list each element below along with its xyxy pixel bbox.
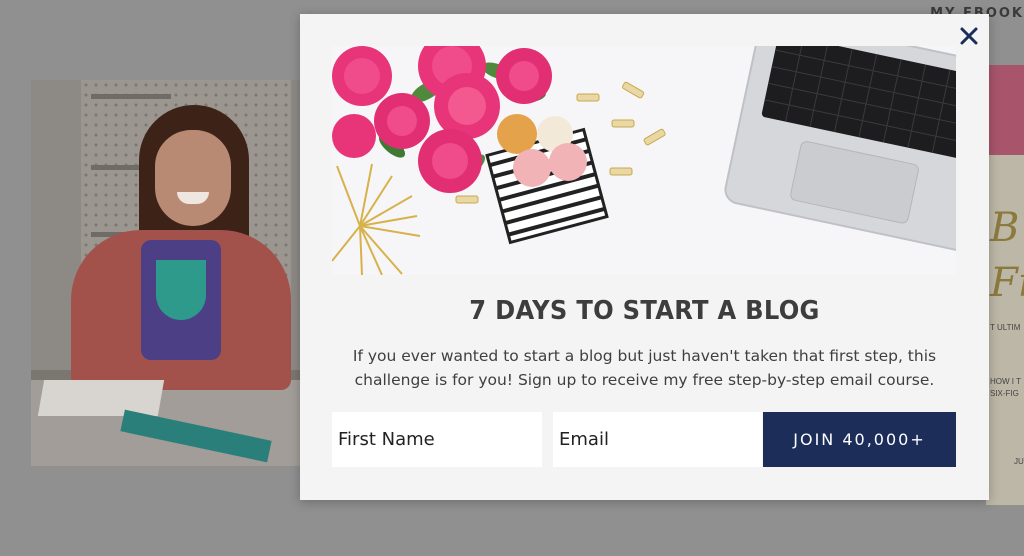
modal-description: If you ever wanted to start a blog but j… bbox=[352, 347, 937, 389]
close-button[interactable] bbox=[956, 23, 982, 49]
signup-modal: 7 DAYS TO START A BLOG If you ever wante… bbox=[300, 14, 989, 500]
modal-headline: 7 DAYS TO START A BLOG bbox=[469, 296, 820, 326]
join-button[interactable]: JOIN 40,000+ bbox=[763, 412, 956, 467]
author-photo bbox=[31, 80, 301, 466]
email-input[interactable] bbox=[553, 412, 762, 467]
close-icon bbox=[960, 27, 978, 45]
first-name-input[interactable] bbox=[332, 412, 542, 467]
ebook-cover: B Fr T ULTIM HOW I T SIX-FIG JU bbox=[986, 65, 1024, 505]
hero-image bbox=[332, 46, 956, 275]
